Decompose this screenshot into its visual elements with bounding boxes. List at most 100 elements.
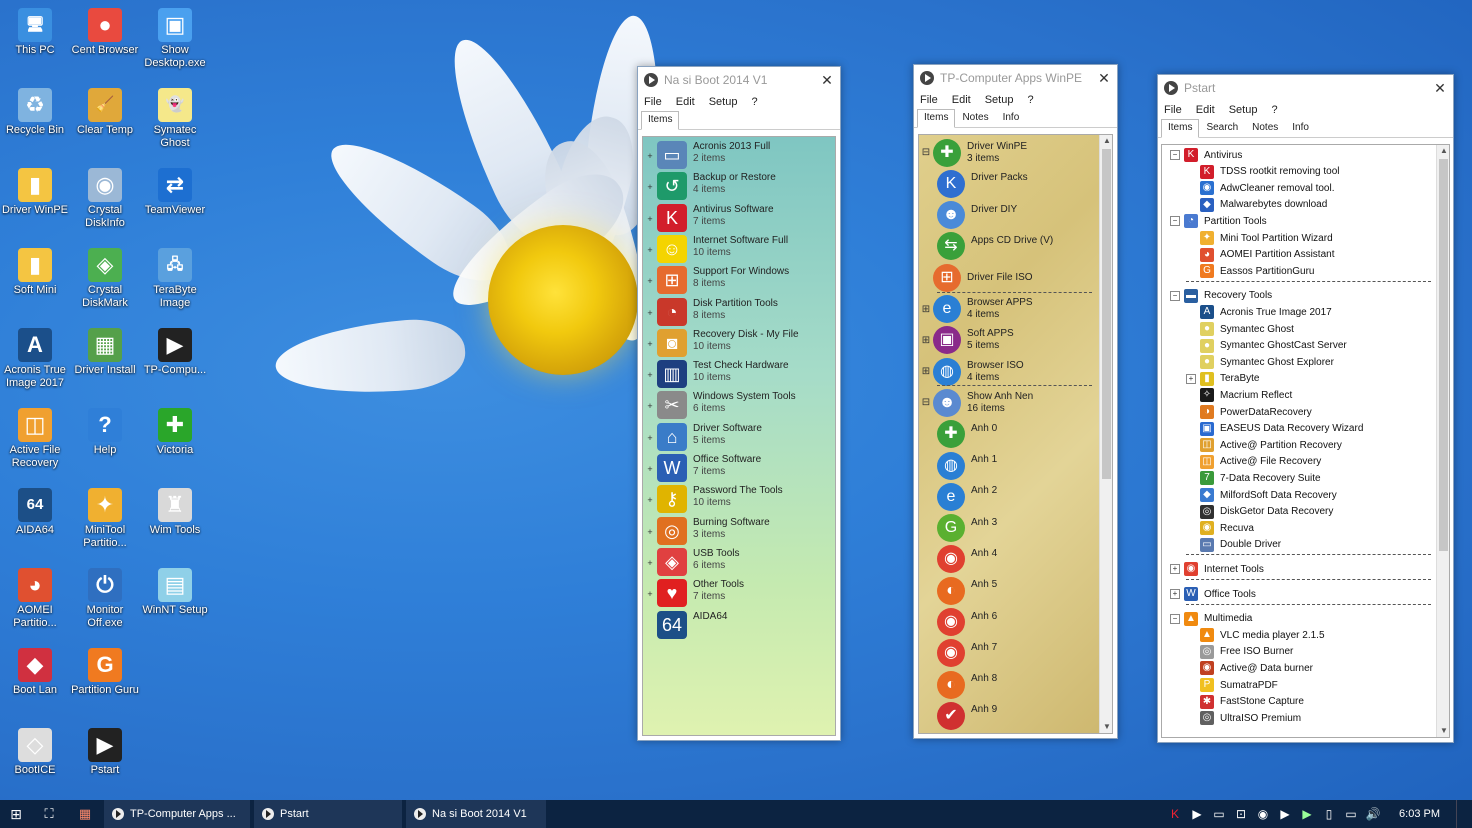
list-item[interactable]: + ↺ Backup or Restore 4 items [643, 172, 833, 203]
tree-item[interactable]: ✦ Mini Tool Partition Wizard [1186, 230, 1333, 246]
tab-search[interactable]: Search [1199, 119, 1245, 137]
group-item[interactable]: ⊟ ✚ Driver WinPE 3 items [919, 137, 1097, 168]
expand-icon[interactable]: + [643, 433, 657, 443]
child-item[interactable]: ◍ Anh 1 [937, 450, 1097, 481]
tree-item[interactable]: ◫ Active@ File Recovery [1186, 454, 1321, 470]
desktop-icon[interactable]: ◇ BootICE [0, 728, 70, 777]
expand-icon[interactable]: + [643, 558, 657, 568]
close-icon[interactable]: ✕ [814, 72, 840, 89]
desktop-icon[interactable]: ◕ AOMEI Partitio... [0, 568, 70, 630]
child-item[interactable]: ☻ Driver DIY [937, 200, 1097, 231]
menu-edit[interactable]: Edit [1196, 104, 1215, 116]
expand-icon[interactable]: + [643, 339, 657, 349]
battery-icon[interactable]: ▭ [1343, 806, 1359, 822]
expand-icon[interactable]: + [643, 401, 657, 411]
menu-file[interactable]: File [920, 94, 938, 106]
tree-item[interactable]: ✧ Macrium Reflect [1186, 387, 1292, 403]
tree-item[interactable]: P SumatraPDF [1186, 677, 1278, 693]
taskbar-button-tpcomputer[interactable]: TP-Computer Apps ... [104, 800, 250, 828]
expand-icon[interactable]: + [643, 464, 657, 474]
device-icon[interactable]: ▭ [1211, 806, 1227, 822]
desktop-icon[interactable]: ? Help [70, 408, 140, 457]
menu-setup[interactable]: Setup [985, 94, 1014, 106]
tree-item[interactable]: ◫ Active@ Partition Recovery [1186, 437, 1342, 453]
scroll-up-icon[interactable]: ▲ [1437, 145, 1449, 157]
list-item[interactable]: + ▭ Acronis 2013 Full 2 items [643, 141, 833, 172]
expand-icon[interactable]: ⊟ [919, 147, 933, 158]
group-item[interactable]: ⊞ ◍ Browser ISO 4 items [919, 356, 1097, 387]
expand-icon[interactable]: ⊞ [919, 304, 933, 315]
list-item[interactable]: + ◎ Burning Software 3 items [643, 516, 833, 548]
list-item[interactable]: + ◔ Disk Partition Tools 8 items [643, 297, 833, 329]
expand-icon[interactable]: + [643, 182, 657, 192]
tree-group[interactable]: − ▲ Multimedia [1170, 611, 1252, 627]
tree-item[interactable]: G Eassos PartitionGuru [1186, 263, 1315, 279]
tab-items[interactable]: Items [917, 109, 956, 128]
desktop-icon[interactable]: 🖧 TeraByte Image [140, 248, 210, 310]
desktop-icon[interactable]: ▤ WinNT Setup [140, 568, 210, 617]
nasiboot-titlebar[interactable]: Na si Boot 2014 V1 ✕ [638, 67, 840, 93]
list-item[interactable]: + ◙ Recovery Disk - My File 10 items [643, 328, 833, 360]
desktop-icon[interactable]: ▶ TP-Compu... [140, 328, 210, 377]
pstart-titlebar[interactable]: Pstart ✕ [1158, 75, 1453, 101]
desktop-icon[interactable]: ⇄ TeamViewer [140, 168, 210, 217]
recovery-icon[interactable]: ◉ [1255, 806, 1271, 822]
tree-item[interactable]: ▣ EASEUS Data Recovery Wizard [1186, 421, 1363, 437]
network-icon[interactable]: ⊡ [1233, 806, 1249, 822]
list-item[interactable]: + ▥ Test Check Hardware 10 items [643, 360, 833, 391]
tree-item[interactable]: ◉ Active@ Data burner [1186, 660, 1313, 676]
child-item[interactable]: ✔ Anh 9 [937, 700, 1097, 731]
child-item[interactable]: ◉ Anh 7 [937, 638, 1097, 669]
child-item[interactable]: ◐ Anh 5 [937, 575, 1097, 606]
tree-item[interactable]: ▲ VLC media player 2.1.5 [1186, 627, 1325, 643]
desktop-icon[interactable]: ♜ Wim Tools [140, 488, 210, 537]
scroll-down-icon[interactable]: ▼ [1100, 721, 1112, 733]
menu-edit[interactable]: Edit [952, 94, 971, 106]
collapse-icon[interactable]: − [1170, 290, 1180, 301]
expand-icon[interactable]: ⊞ [919, 335, 933, 346]
child-item[interactable]: ◉ Anh 4 [937, 544, 1097, 575]
desktop-icon[interactable]: 🧹 Clear Temp [70, 88, 140, 137]
list-item[interactable]: + ⊞ Support For Windows 8 items [643, 266, 833, 297]
desktop-icon[interactable]: ◉ Crystal DiskInfo [70, 168, 140, 230]
tree-item[interactable]: ◎ Free ISO Burner [1186, 644, 1293, 660]
menu-help[interactable]: ? [1027, 94, 1033, 106]
expand-icon[interactable]: + [643, 276, 657, 286]
group-item[interactable]: ⊞ e Browser APPS 4 items [919, 294, 1097, 325]
tree-item[interactable]: + ▮ TeraByte [1186, 371, 1259, 387]
tpcomputer-titlebar[interactable]: TP-Computer Apps WinPE ✕ [914, 65, 1117, 91]
menu-file[interactable]: File [644, 96, 662, 108]
start-button[interactable]: ⊞ [0, 800, 32, 828]
tree-group[interactable]: − ◔ Partition Tools [1170, 213, 1267, 229]
pstart-scrollbar[interactable]: ▲ ▼ [1436, 145, 1449, 737]
collapse-icon[interactable]: − [1170, 150, 1180, 160]
list-item[interactable]: + ⌂ Driver Software 5 items [643, 422, 833, 454]
list-item[interactable]: + ⚷ Password The Tools 10 items [643, 485, 833, 516]
tree-item[interactable]: ◕ AOMEI Partition Assistant [1186, 247, 1335, 263]
menu-help[interactable]: ? [1271, 104, 1277, 116]
desktop-icon[interactable]: ✦ MiniTool Partitio... [70, 488, 140, 550]
desktop-icon[interactable]: ◈ Crystal DiskMark [70, 248, 140, 310]
scroll-up-icon[interactable]: ▲ [1100, 135, 1112, 147]
desktop-icon[interactable]: ◫ Active File Recovery [0, 408, 70, 470]
list-item[interactable]: + K Antivirus Software 7 items [643, 203, 833, 235]
tab-notes[interactable]: Notes [955, 109, 995, 127]
menu-setup[interactable]: Setup [709, 96, 738, 108]
tree-item[interactable]: ● Symantec Ghost [1186, 321, 1294, 337]
tpcomputer-window[interactable]: TP-Computer Apps WinPE ✕ File Edit Setup… [913, 64, 1118, 739]
collapse-icon[interactable]: − [1170, 216, 1180, 227]
expand-icon[interactable]: + [643, 214, 657, 224]
expand-icon[interactable]: ⊟ [919, 397, 933, 408]
menu-edit[interactable]: Edit [676, 96, 695, 108]
tree-item[interactable]: ◎ UltraISO Premium [1186, 710, 1301, 726]
desktop-icon[interactable]: A Acronis True Image 2017 [0, 328, 70, 390]
tab-info[interactable]: Info [996, 109, 1027, 127]
expand-icon[interactable]: + [643, 495, 657, 505]
expand-icon[interactable]: + [643, 527, 657, 537]
child-item[interactable]: ◉ Anh 6 [937, 607, 1097, 638]
tab-items[interactable]: Items [641, 111, 680, 130]
child-item[interactable]: ✚ Anh 0 [937, 419, 1097, 450]
desktop-icon[interactable]: ▦ Driver Install [70, 328, 140, 377]
tree-item[interactable]: ▭ Double Driver [1186, 537, 1281, 553]
nasiboot-window[interactable]: Na si Boot 2014 V1 ✕ File Edit Setup ? I… [637, 66, 841, 741]
